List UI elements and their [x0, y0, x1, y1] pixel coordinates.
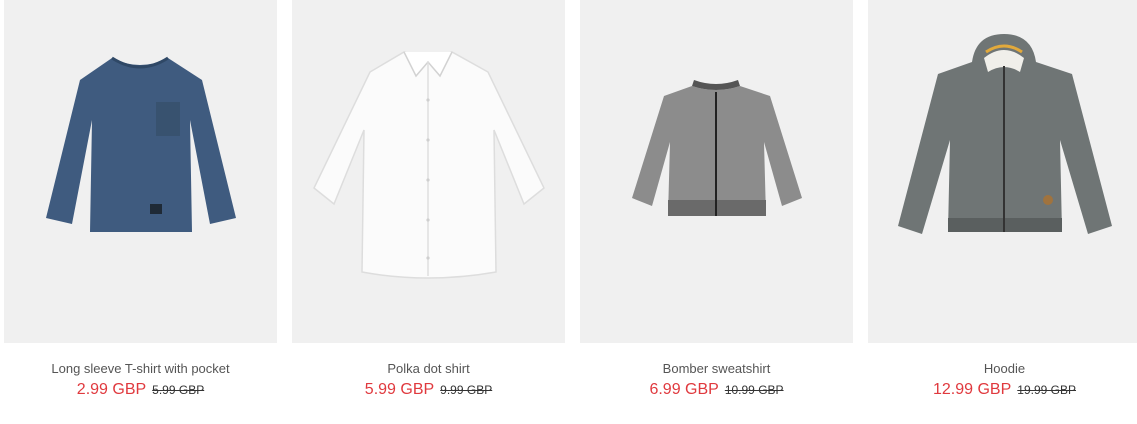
sale-price: 2.99 GBP	[76, 381, 147, 398]
hoodie-icon	[898, 34, 1112, 234]
product-image[interactable]	[4, 0, 277, 343]
product-prices: 5.99 GBP 9.99 GBP	[292, 380, 565, 400]
original-price: 19.99 GBP	[1017, 383, 1076, 397]
original-price: 10.99 GBP	[724, 383, 784, 397]
product-name[interactable]: Polka dot shirt	[292, 361, 565, 377]
long-sleeve-tshirt-icon	[46, 56, 236, 232]
product-card[interactable]: Polka dot shirt 5.99 GBP 9.99 GBP	[292, 0, 565, 400]
sale-price: 6.99 GBP	[649, 381, 719, 398]
bomber-jacket-icon	[632, 80, 802, 216]
product-prices: 6.99 GBP 10.99 GBP	[580, 380, 853, 400]
product-prices: 2.99 GBP 5.99 GBP	[4, 380, 277, 400]
original-price: 9.99 GBP	[440, 383, 493, 397]
sale-price: 12.99 GBP	[933, 381, 1012, 398]
product-image[interactable]	[580, 0, 853, 343]
original-price: 5.99 GBP	[152, 383, 205, 397]
sale-price: 5.99 GBP	[364, 381, 435, 398]
product-name[interactable]: Long sleeve T-shirt with pocket	[4, 361, 277, 377]
product-image[interactable]	[292, 0, 565, 343]
product-prices: 12.99 GBP 19.99 GBP	[868, 380, 1137, 400]
product-grid: Long sleeve T-shirt with pocket 2.99 GBP…	[0, 0, 1137, 424]
shirt-icon	[313, 51, 545, 279]
product-name[interactable]: Hoodie	[868, 361, 1137, 377]
product-name[interactable]: Bomber sweatshirt	[580, 361, 853, 377]
product-image[interactable]	[868, 0, 1137, 343]
product-card[interactable]: Bomber sweatshirt 6.99 GBP 10.99 GBP	[580, 0, 853, 400]
product-card[interactable]: Long sleeve T-shirt with pocket 2.99 GBP…	[4, 0, 277, 400]
product-card[interactable]: Hoodie 12.99 GBP 19.99 GBP	[868, 0, 1137, 400]
